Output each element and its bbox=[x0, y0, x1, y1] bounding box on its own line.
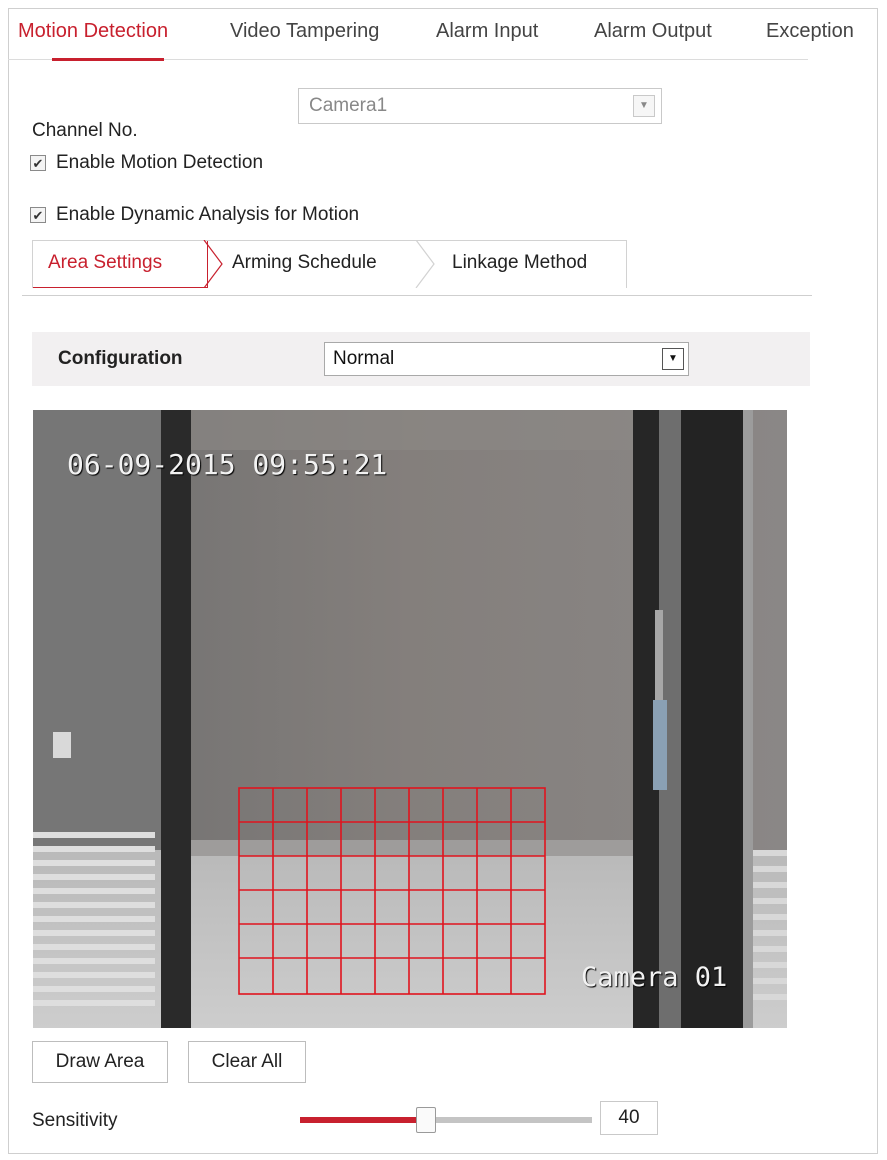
slider-thumb[interactable] bbox=[416, 1107, 436, 1133]
active-tab-indicator bbox=[52, 58, 164, 61]
draw-area-button[interactable]: Draw Area bbox=[32, 1041, 168, 1083]
channel-select-value: Camera1 bbox=[309, 95, 388, 116]
configuration-bar: Configuration Normal ▼ bbox=[32, 332, 810, 386]
configuration-select-value: Normal bbox=[333, 348, 395, 369]
tab-alarm-input[interactable]: Alarm Input bbox=[436, 20, 538, 43]
enable-motion-detection-checkbox[interactable]: ✔ bbox=[30, 155, 46, 171]
subtab-arming-schedule[interactable]: Arming Schedule bbox=[232, 252, 377, 274]
video-timestamp: 06-09-2015 09:55:21 bbox=[67, 448, 388, 481]
sensitivity-value[interactable]: 40 bbox=[600, 1101, 658, 1135]
channel-select[interactable]: Camera1 ▼ bbox=[298, 88, 662, 124]
enable-dynamic-analysis-checkbox[interactable]: ✔ bbox=[30, 207, 46, 223]
sensitivity-label: Sensitivity bbox=[32, 1110, 118, 1131]
top-tab-bar: Motion Detection Video Tampering Alarm I… bbox=[8, 6, 854, 61]
enable-dynamic-analysis-label: Enable Dynamic Analysis for Motion bbox=[56, 204, 360, 225]
enable-dynamic-analysis-row[interactable]: ✔ Enable Dynamic Analysis for Motion bbox=[30, 204, 359, 226]
sub-tab-bar: Area Settings Arming Schedule Linkage Me… bbox=[22, 240, 812, 296]
checkmark-icon: ✔ bbox=[32, 207, 44, 223]
enable-motion-detection-label: Enable Motion Detection bbox=[56, 152, 264, 173]
breadcrumb-chevron-icon bbox=[203, 240, 223, 288]
chevron-down-icon: ▼ bbox=[662, 348, 684, 370]
sensitivity-slider[interactable] bbox=[300, 1106, 592, 1134]
chevron-down-icon: ▼ bbox=[633, 95, 655, 117]
tab-alarm-output[interactable]: Alarm Output bbox=[594, 20, 712, 43]
tab-motion-detection[interactable]: Motion Detection bbox=[18, 20, 168, 43]
slider-fill bbox=[300, 1117, 426, 1123]
channel-label: Channel No. bbox=[32, 120, 138, 141]
subtab-linkage-method[interactable]: Linkage Method bbox=[452, 252, 587, 274]
video-preview[interactable]: 06-09-2015 09:55:21 Camera 01 bbox=[33, 410, 787, 1028]
subtab-area-settings[interactable]: Area Settings bbox=[48, 252, 162, 274]
tab-video-tampering[interactable]: Video Tampering bbox=[230, 20, 379, 43]
checkmark-icon: ✔ bbox=[32, 155, 44, 171]
configuration-label: Configuration bbox=[58, 348, 183, 369]
clear-all-button[interactable]: Clear All bbox=[188, 1041, 306, 1083]
tab-exception[interactable]: Exception bbox=[766, 20, 854, 43]
breadcrumb-chevron-icon bbox=[415, 240, 435, 288]
configuration-select[interactable]: Normal ▼ bbox=[324, 342, 689, 376]
motion-detection-grid[interactable] bbox=[33, 410, 787, 1028]
enable-motion-detection-row[interactable]: ✔ Enable Motion Detection bbox=[30, 152, 263, 174]
video-camera-name: Camera 01 bbox=[581, 962, 728, 993]
